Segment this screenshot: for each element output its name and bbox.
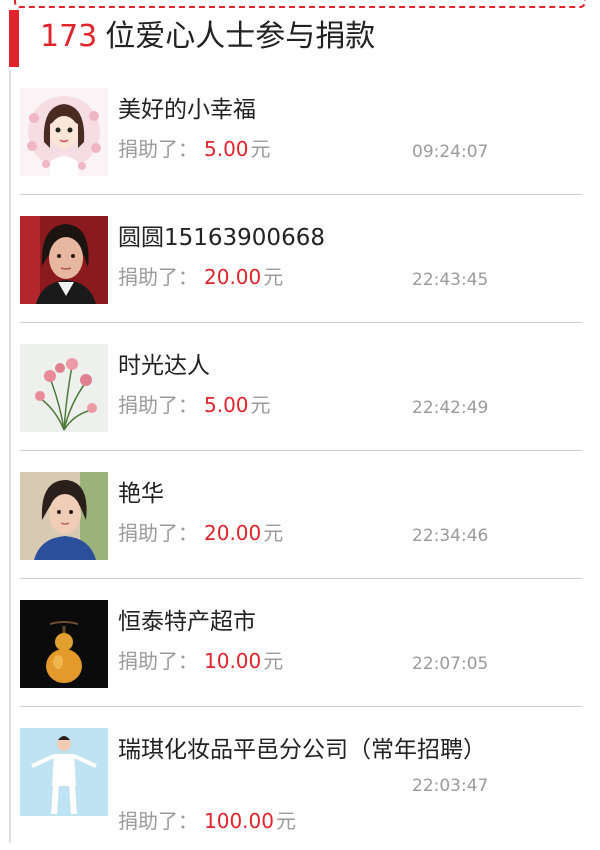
currency-unit: 元 (263, 521, 284, 545)
donation-amount: 10.00 (204, 649, 262, 673)
donated-label: 捐助了： (118, 393, 198, 417)
header-accent-bar (9, 10, 19, 67)
donation-amount-line: 捐助了： 20.00 元 (118, 262, 283, 292)
donor-name: 恒泰特产超市 (118, 609, 256, 635)
donor-count: 173 (40, 19, 98, 54)
donation-amount: 100.00 (204, 809, 274, 833)
currency-unit: 元 (250, 137, 271, 161)
row-divider (20, 450, 582, 451)
donation-time: 22:34:46 (412, 526, 489, 546)
donated-label: 捐助了： (118, 649, 198, 673)
avatar-gourd (20, 600, 108, 688)
donation-amount-line: 捐助了： 5.00 元 (118, 390, 271, 420)
donation-time: 22:42:49 (412, 398, 489, 418)
header-title-text: 位爱心人士参与捐款 (105, 19, 376, 54)
donor-name: 瑞琪化妆品平邑分公司（常年招聘） (118, 737, 486, 763)
donation-item[interactable]: 艳华 捐助了： 20.00 元 22:34:46 (0, 466, 600, 594)
donation-amount: 5.00 (204, 137, 249, 161)
donation-time: 09:24:07 (412, 142, 489, 162)
row-divider (20, 322, 582, 323)
donation-time: 22:03:47 (412, 776, 489, 796)
donor-name: 美好的小幸福 (118, 97, 256, 123)
avatar-photo-woman (20, 472, 108, 560)
row-divider (20, 706, 582, 707)
donor-name: 圆圆15163900668 (118, 225, 325, 251)
avatar-flowers (20, 344, 108, 432)
currency-unit: 元 (263, 649, 284, 673)
donor-name: 艳华 (118, 481, 164, 507)
currency-unit: 元 (275, 809, 296, 833)
donation-amount-line: 捐助了： 10.00 元 (118, 646, 283, 676)
donation-amount-line: 捐助了： 100.00 元 (118, 806, 296, 836)
avatar-photo-woman (20, 216, 108, 304)
row-divider (20, 194, 582, 195)
avatar-cartoon-girl (20, 88, 108, 176)
donation-item[interactable]: 美好的小幸福 捐助了： 5.00 元 09:24:07 (0, 82, 600, 210)
donation-item[interactable]: 瑞琪化妆品平邑分公司（常年招聘） 捐助了： 100.00 元 22:03:47 (0, 722, 600, 850)
avatar-dancer (20, 728, 108, 816)
donation-amount-line: 捐助了： 5.00 元 (118, 134, 271, 164)
donation-amount: 20.00 (204, 265, 262, 289)
donated-label: 捐助了： (118, 265, 198, 289)
donation-item[interactable]: 时光达人 捐助了： 5.00 元 22:42:49 (0, 338, 600, 466)
header-title: 173 位爱心人士参与捐款 (40, 17, 375, 57)
row-divider (20, 578, 582, 579)
donation-amount-line: 捐助了： 20.00 元 (118, 518, 283, 548)
donation-item[interactable]: 圆圆15163900668 捐助了： 20.00 元 22:43:45 (0, 210, 600, 338)
donated-label: 捐助了： (118, 521, 198, 545)
donated-label: 捐助了： (118, 809, 198, 833)
donation-time: 22:07:05 (412, 654, 489, 674)
donated-label: 捐助了： (118, 137, 198, 161)
currency-unit: 元 (250, 393, 271, 417)
currency-unit: 元 (263, 265, 284, 289)
donation-amount: 20.00 (204, 521, 262, 545)
donation-item[interactable]: 恒泰特产超市 捐助了： 10.00 元 22:07:05 (0, 594, 600, 722)
donation-amount: 5.00 (204, 393, 249, 417)
donor-name: 时光达人 (118, 353, 210, 379)
donors-header: 173 位爱心人士参与捐款 (0, 0, 600, 70)
donation-time: 22:43:45 (412, 270, 489, 290)
